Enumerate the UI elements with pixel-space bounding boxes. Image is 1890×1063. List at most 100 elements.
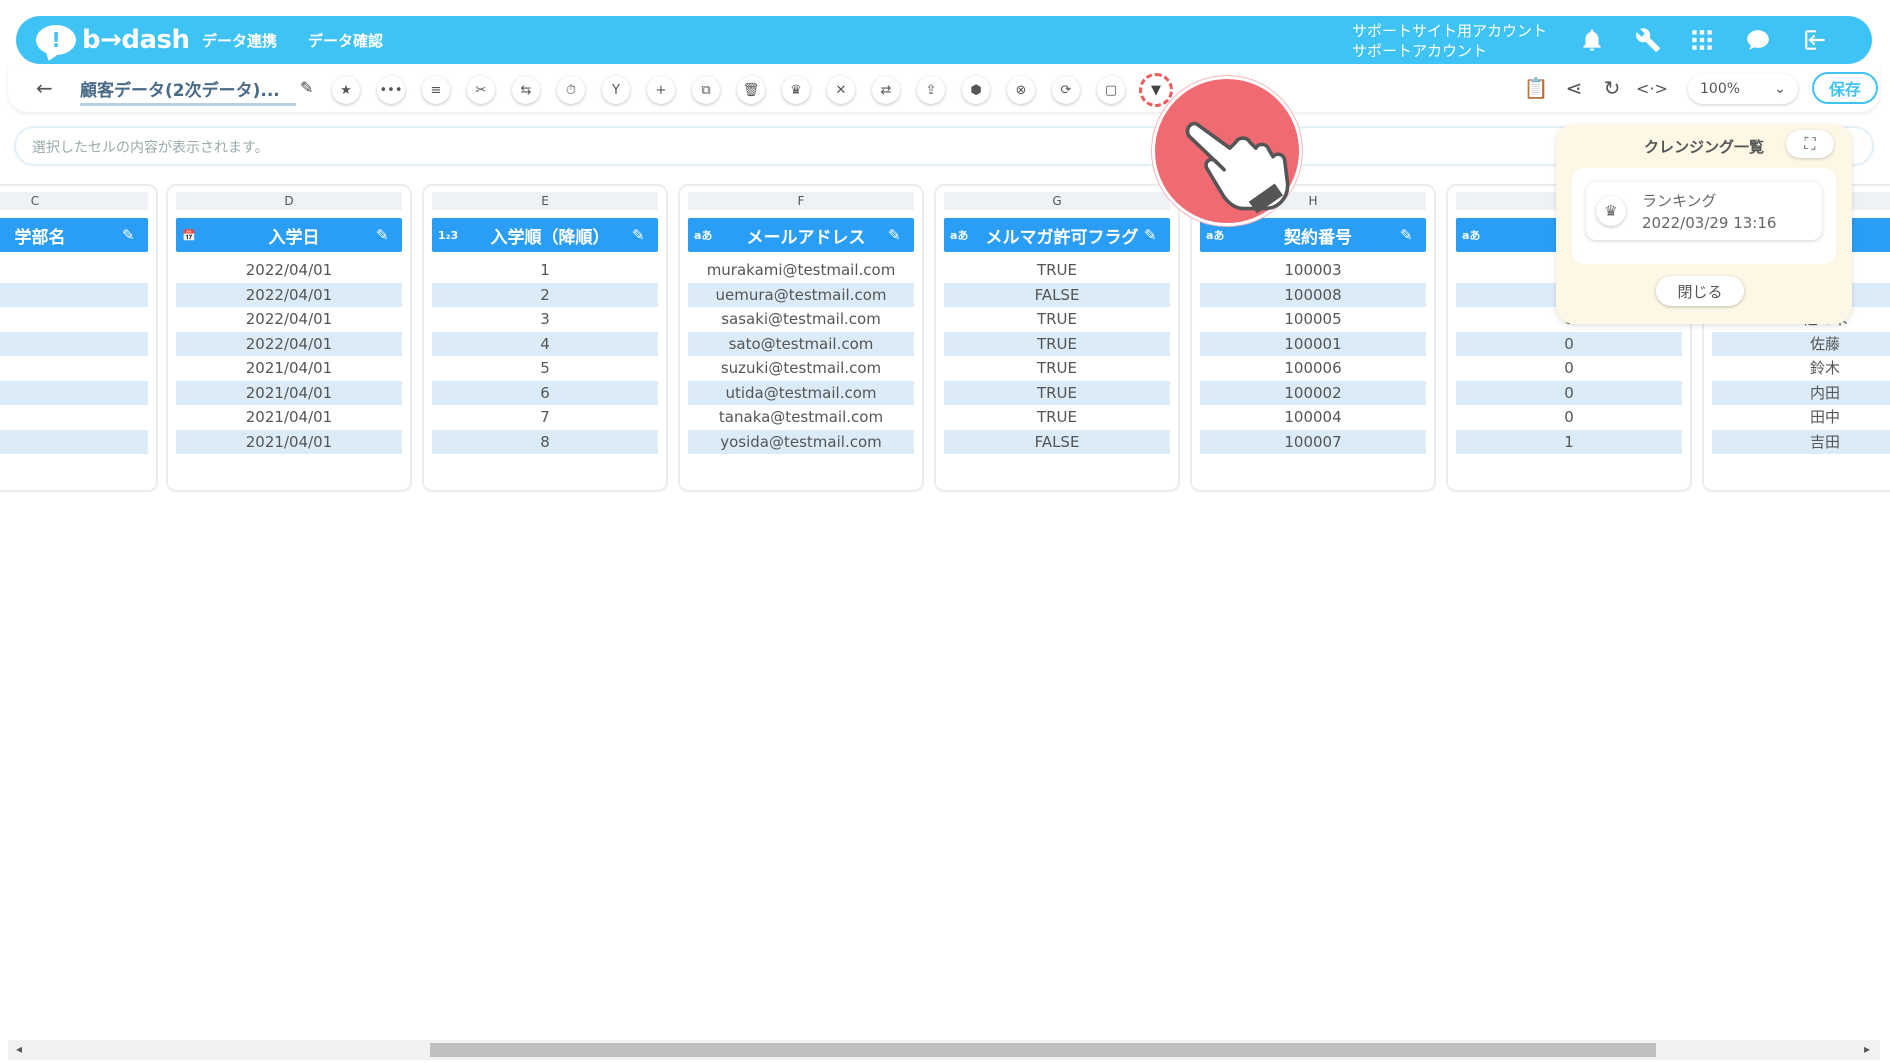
table-cell[interactable]: FALSE (944, 282, 1170, 307)
convert-tool-icon[interactable]: ⇄ (872, 76, 900, 104)
edit-icon[interactable]: ✎ (376, 226, 402, 244)
table-cell[interactable]: TRUE (944, 258, 1170, 282)
table-cell[interactable]: 医学部 (0, 380, 148, 405)
table-cell[interactable]: TRUE (944, 405, 1170, 429)
branch-tool-icon[interactable]: Y (602, 76, 630, 104)
table-cell[interactable]: 3 (432, 307, 658, 331)
column-header[interactable]: aあ メールアドレス ✎ (688, 218, 914, 252)
table-cell[interactable]: 4 (432, 331, 658, 356)
frame-tool-icon[interactable]: ▢ (1097, 76, 1125, 104)
table-cell[interactable]: 100004 (1200, 405, 1426, 429)
nav-link-data-check[interactable]: データ確認 (308, 30, 383, 51)
table-cell[interactable]: 2022/04/01 (176, 307, 402, 331)
cut-tool-icon[interactable]: ✂ (467, 76, 495, 104)
table-cell[interactable]: 医学部 (0, 282, 148, 307)
table-cell[interactable]: TRUE (944, 356, 1170, 380)
edit-icon[interactable]: ✎ (122, 226, 148, 244)
remove-tool-icon[interactable]: ⊗ (1007, 76, 1035, 104)
column-letter[interactable]: E (432, 192, 658, 210)
edit-icon[interactable]: ✎ (1144, 226, 1170, 244)
table-cell[interactable]: 内田 (1712, 380, 1890, 405)
table-cell[interactable]: 0 (1456, 331, 1682, 356)
logout-icon[interactable] (1800, 24, 1832, 56)
account-info[interactable]: サポートサイト用アカウント サポートアカウント (1352, 21, 1547, 61)
package-tool-icon[interactable]: ⬢ (962, 76, 990, 104)
column-header[interactable]: 📅 入学日 ✎ (176, 218, 402, 252)
table-cell[interactable]: 教育学部 (0, 307, 148, 331)
chat-icon[interactable] (1742, 24, 1774, 56)
favorite-tool-icon[interactable]: ★ (332, 76, 360, 104)
zoom-select[interactable]: 100% ⌄ (1688, 74, 1798, 104)
scroll-left-icon[interactable]: ◂ (16, 1042, 22, 1056)
table-cell[interactable]: 佐藤 (1712, 331, 1890, 356)
table-cell[interactable]: 1 (432, 258, 658, 282)
table-cell[interactable]: 吉田 (1712, 429, 1890, 454)
table-cell[interactable]: 2021/04/01 (176, 356, 402, 380)
refresh-icon[interactable]: ↻ (1598, 76, 1626, 100)
table-cell[interactable]: 100001 (1200, 331, 1426, 356)
column-header[interactable]: 1₂3 入学順（降順） ✎ (432, 218, 658, 252)
table-cell[interactable]: 100002 (1200, 380, 1426, 405)
table-cell[interactable]: murakami@testmail.com (688, 258, 914, 282)
code-icon[interactable]: <·> (1636, 79, 1668, 98)
table-cell[interactable]: 済社会学部 (0, 429, 148, 454)
table-cell[interactable]: 0 (1456, 380, 1682, 405)
edit-icon[interactable]: ✎ (888, 226, 914, 244)
table-cell[interactable]: 7 (432, 405, 658, 429)
table-cell[interactable]: 100005 (1200, 307, 1426, 331)
table-cell[interactable]: 2021/04/01 (176, 429, 402, 454)
scrollbar-thumb[interactable] (430, 1043, 1656, 1057)
edit-icon[interactable]: ✎ (632, 226, 658, 244)
table-cell[interactable]: 2021/04/01 (176, 405, 402, 429)
column-letter[interactable]: G (944, 192, 1170, 210)
table-cell[interactable]: yosida@testmail.com (688, 429, 914, 454)
table-cell[interactable]: 経済学部 (0, 356, 148, 380)
clipboard-icon[interactable]: 📋 (1522, 76, 1550, 100)
table-cell[interactable]: 8 (432, 429, 658, 454)
add-tool-icon[interactable]: + (647, 76, 675, 104)
table-cell[interactable]: 0 (1456, 356, 1682, 380)
table-cell[interactable]: FALSE (944, 429, 1170, 454)
column-header[interactable]: aあ メルマガ許可フラグ ✎ (944, 218, 1170, 252)
table-cell[interactable]: 2021/04/01 (176, 380, 402, 405)
table-cell[interactable]: 100006 (1200, 356, 1426, 380)
copy-tool-icon[interactable]: ⧉ (692, 76, 720, 104)
scroll-right-icon[interactable]: ▸ (1864, 1042, 1870, 1056)
table-cell[interactable]: 100003 (1200, 258, 1426, 282)
timer-tool-icon[interactable]: ⏱ (557, 76, 585, 104)
column-letter[interactable]: C (0, 192, 148, 210)
edit-icon[interactable]: ✎ (1400, 226, 1426, 244)
table-cell[interactable]: 鈴木 (1712, 356, 1890, 380)
close-button[interactable]: 閉じる (1656, 276, 1744, 306)
more-tool-icon[interactable]: ••• (377, 76, 405, 104)
table-cell[interactable]: 2 (432, 282, 658, 307)
table-cell[interactable]: tanaka@testmail.com (688, 405, 914, 429)
table-cell[interactable]: suzuki@testmail.com (688, 356, 914, 380)
table-cell[interactable]: utida@testmail.com (688, 380, 914, 405)
replace-tool-icon[interactable]: ⟳ (1052, 76, 1080, 104)
share-icon[interactable]: ⋖ (1560, 76, 1588, 100)
table-cell[interactable]: TRUE (944, 331, 1170, 356)
table-cell[interactable]: 建築学部 (0, 405, 148, 429)
list-tool-icon[interactable]: ≡ (422, 76, 450, 104)
table-cell[interactable]: sasaki@testmail.com (688, 307, 914, 331)
table-cell[interactable]: 100008 (1200, 282, 1426, 307)
unlock-tool-icon[interactable]: ⇪ (917, 76, 945, 104)
table-cell[interactable]: 1 (1456, 429, 1682, 454)
table-cell[interactable]: 0 (1456, 405, 1682, 429)
table-cell[interactable]: uemura@testmail.com (688, 282, 914, 307)
column-letter[interactable]: D (176, 192, 402, 210)
wrench-icon[interactable] (1632, 24, 1664, 56)
document-title[interactable]: 顧客データ(2次データ)... (80, 76, 296, 106)
column-header[interactable]: 学部名 ✎ (0, 218, 148, 252)
table-cell[interactable]: sato@testmail.com (688, 331, 914, 356)
table-cell[interactable]: 2022/04/01 (176, 331, 402, 356)
table-cell[interactable]: 田中 (1712, 405, 1890, 429)
table-cell[interactable]: 済社会学部 (0, 331, 148, 356)
cleansing-item[interactable]: ♛ ランキング 2022/03/29 13:16 (1586, 182, 1822, 240)
back-arrow-icon[interactable]: ← (36, 76, 53, 100)
nav-link-data-integration[interactable]: データ連携 (202, 30, 277, 51)
table-cell[interactable]: TRUE (944, 380, 1170, 405)
horizontal-scrollbar[interactable]: ◂ ▸ (8, 1040, 1880, 1060)
pencil-icon[interactable]: ✎ (300, 78, 313, 97)
